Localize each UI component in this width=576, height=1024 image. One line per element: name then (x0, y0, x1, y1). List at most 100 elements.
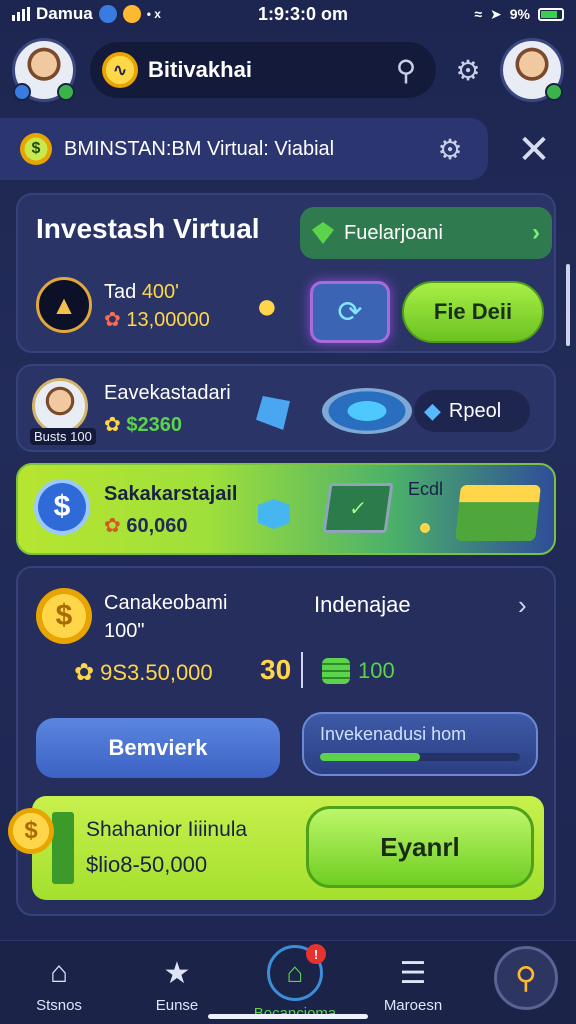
blue-gem-icon (256, 396, 290, 430)
carrier-label: Damua (36, 4, 93, 23)
green-badge-icon (57, 83, 75, 101)
notification-badge: ! (306, 944, 326, 964)
status-right: ≈ ➤ 9% (394, 6, 564, 23)
search-icon[interactable]: ⚲ (388, 52, 424, 88)
battery-icon (538, 7, 564, 21)
app-screen: Damua • x 1:9:3:0 om ≈ ➤ 9% ∿ Bitivakhai… (0, 0, 576, 1024)
status-left: Damua • x (12, 4, 212, 24)
nav-item-center[interactable]: ⌂ ! Bocancioma (236, 944, 354, 1022)
lightbulb-icon: ● (256, 285, 278, 326)
stat-amount: 13,00000 (126, 309, 210, 331)
floating-coin-icon: $ (8, 808, 54, 854)
flower-icon: ✿ (104, 515, 121, 537)
progress-label: Invekenadusi hom (320, 724, 467, 744)
banner-title: BMINSTAN:BM Virtual: Viabial (64, 137, 335, 160)
scrollbar-thumb[interactable] (566, 264, 570, 346)
app-badge-icon (98, 5, 117, 23)
portfolio-right-title: Indenajae (314, 592, 411, 617)
nav-label: Stsnos (36, 997, 82, 1014)
app-title-bar: ∿ Bitivakhai ⚲ (90, 42, 436, 98)
dollar-coin-icon: $ (34, 479, 90, 535)
featured-value: 60,060 (126, 515, 188, 537)
progress-fill (320, 753, 420, 761)
portfolio-big-number: 30 (260, 654, 292, 685)
reward-title: Shahanior Iiiinula (86, 818, 248, 841)
nav-item-menu[interactable]: ☰ Maroesn (354, 955, 472, 1015)
portfolio-money: ✿ 9S3.50,000 (74, 658, 213, 687)
progress-track (320, 753, 520, 761)
reward-amount: $lio8-50,000 (86, 852, 208, 877)
settings-gear-icon[interactable]: ⚙ (450, 52, 486, 88)
dot-indicator (420, 523, 430, 533)
signal-bars-icon (12, 7, 30, 21)
info-banner: $ BMINSTAN:BM Virtual: Viabial ⚙ (0, 118, 488, 180)
nav-item-home[interactable]: ⌂ Stsnos (0, 955, 118, 1014)
asset-value-line: ✿ $2360 (104, 412, 182, 437)
menu-icon: ☰ (399, 956, 427, 990)
category-pill[interactable]: Fuelarjoani › (300, 207, 552, 259)
user-avatar[interactable] (12, 38, 76, 102)
portfolio-money-value: 9S3.50,000 (100, 659, 213, 685)
progress-panel[interactable]: Invekenadusi hom (302, 712, 538, 776)
chart-board-icon: ✓ (322, 483, 394, 533)
card-title: Investash Virtual (36, 213, 260, 244)
coin-stack-icon (322, 658, 350, 684)
online-badge-icon (545, 83, 563, 101)
close-icon[interactable]: ✕ (510, 126, 558, 174)
battery-percent: 9% (509, 6, 530, 22)
status-extra: • x (146, 7, 161, 21)
home-indicator (208, 1014, 368, 1019)
home-icon: ⌂ (49, 956, 69, 989)
portfolio-coins: 100 (322, 658, 395, 684)
user-asset-card[interactable]: Busts 100 Eavekastadari ✿ $2360 ◆ Rpeol (16, 364, 556, 452)
gold-coin-icon: $ (36, 588, 92, 644)
star-icon: ★ (163, 956, 191, 990)
home-lock-icon: ⌂ ! (267, 944, 326, 1001)
banner-settings-icon[interactable]: ⚙ (432, 131, 468, 167)
treasure-chest-icon (455, 485, 541, 541)
asset-value: $2360 (126, 414, 182, 436)
asset-action-label: Rpeol (448, 399, 502, 422)
gem-icon (312, 222, 334, 244)
claim-button[interactable]: Eyanrl (306, 806, 534, 888)
asset-action-pill[interactable]: ◆ Rpeol (414, 390, 530, 432)
featured-asset-card[interactable]: $ Sakakarstajail ✿ 60,060 ✓ Ecdl (16, 463, 556, 555)
portfolio-name: Canakeobami (104, 592, 228, 614)
app-logo-icon: ∿ (102, 52, 138, 88)
compass-button[interactable]: ⟳ (310, 281, 390, 343)
portfolio-card: $ Canakeobami 100" Indenajae › ✿ 9S3.50,… (16, 566, 556, 916)
nav-label: Eunse (155, 997, 199, 1014)
primary-action-button[interactable]: Fie Deii (402, 281, 544, 343)
blue-badge-icon (13, 83, 31, 101)
reward-panel: Shahanior Iiiinula $lio8-50,000 Eyanrl (32, 796, 544, 900)
dollar-coin-icon: $ (20, 133, 52, 165)
gear-small-icon: ✿ (104, 414, 121, 436)
nav-label: Maroesn (383, 997, 443, 1014)
divider (301, 652, 303, 688)
bottom-nav: ⌂ Stsnos ★ Eunse ⌂ ! Bocancioma ☰ Maroes… (0, 940, 576, 1024)
app-header: ∿ Bitivakhai ⚲ ⚙ (0, 32, 576, 108)
stat-line: Tad 400' (104, 281, 179, 304)
stat-value: 400' (141, 281, 179, 303)
stat-label: Tad (104, 281, 137, 303)
category-pill-label: Fuelarjoani (344, 221, 443, 244)
chevron-right-icon: › (532, 219, 540, 246)
nav-item-favorites[interactable]: ★ Eunse (118, 955, 236, 1015)
asset-name: Eavekastadari (104, 382, 231, 404)
portfolio-sub: 100" (104, 620, 145, 642)
chevron-right-icon[interactable]: › (518, 590, 527, 621)
robot-icon: ◆ (424, 398, 441, 423)
coin-flower-icon: ✿ (74, 659, 95, 686)
app-title: Bitivakhai (148, 57, 252, 82)
torch-icon: ▲ (36, 277, 92, 333)
search-icon[interactable]: ⚲ (494, 946, 558, 1010)
cube-icon (258, 499, 290, 529)
location-icon: ➤ (490, 5, 502, 22)
secondary-action-button[interactable]: Bemvierk (36, 718, 280, 778)
profile-avatar[interactable] (500, 38, 564, 102)
asset-avatar (32, 378, 88, 434)
featured-value-line: ✿ 60,060 (104, 513, 188, 538)
wifi-icon: ≈ (474, 6, 483, 22)
reward-notch (52, 812, 74, 884)
featured-name: Sakakarstajail (104, 483, 238, 505)
